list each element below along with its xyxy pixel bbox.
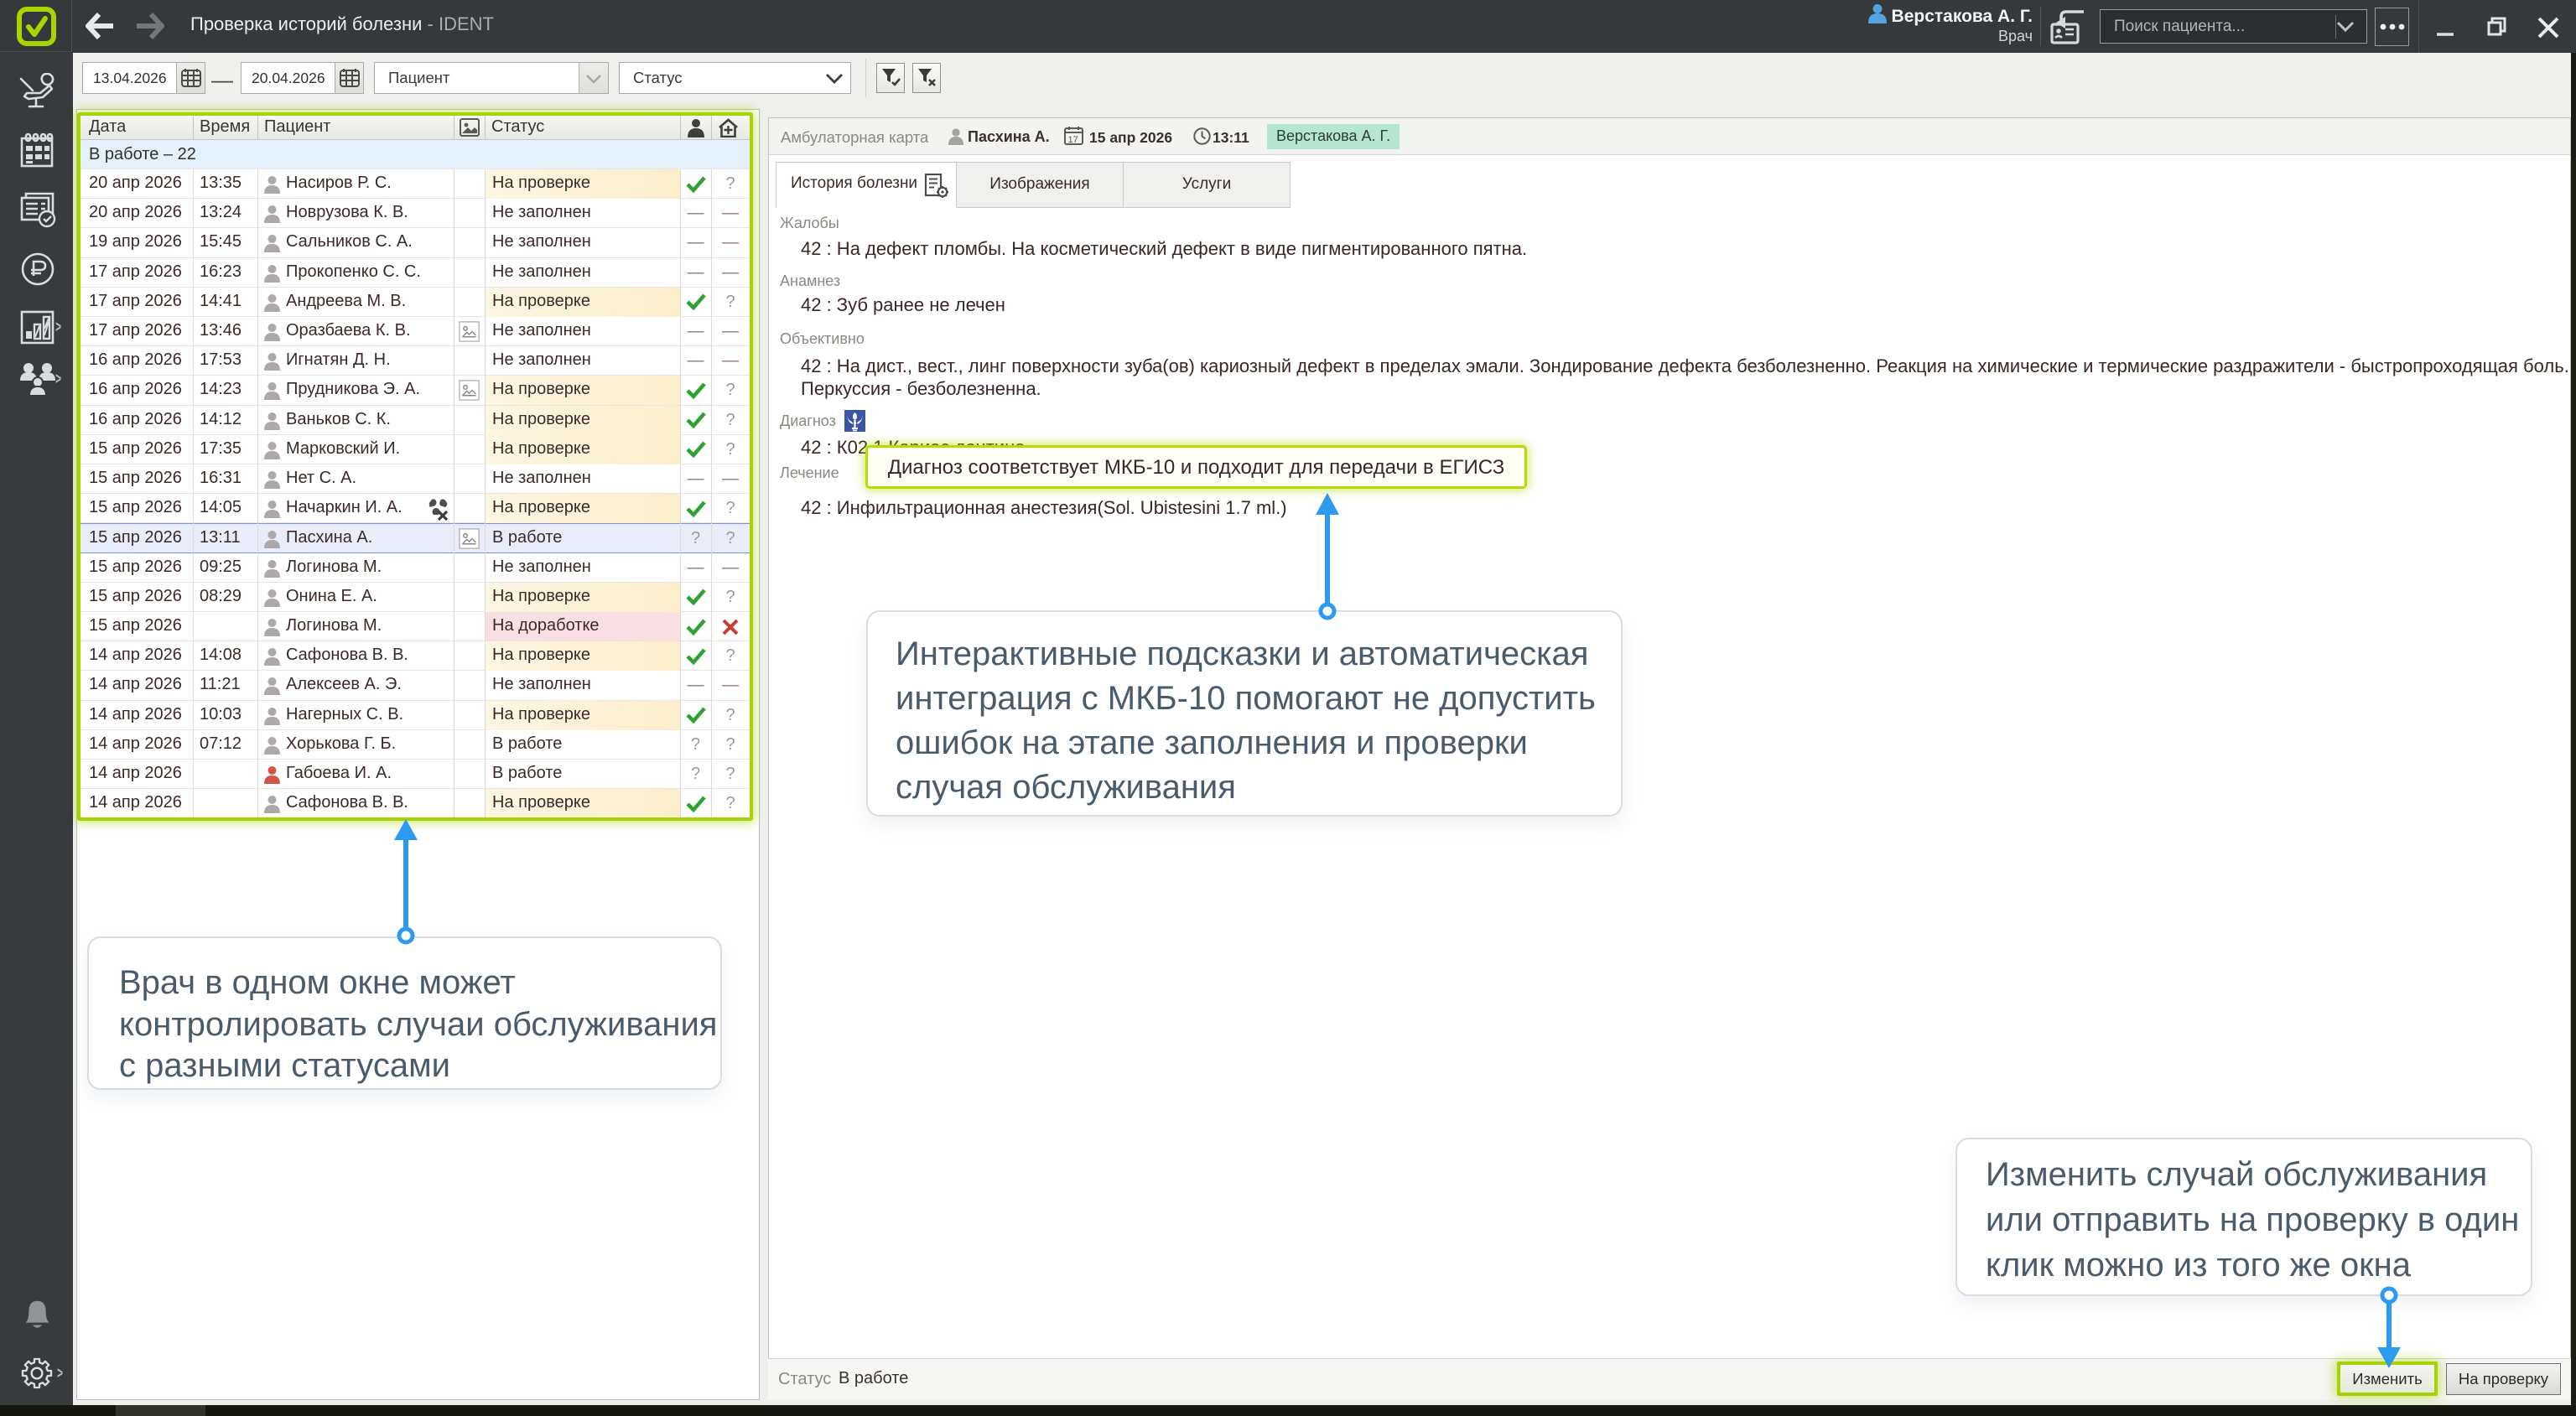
svg-text:17: 17 xyxy=(1068,135,1078,145)
